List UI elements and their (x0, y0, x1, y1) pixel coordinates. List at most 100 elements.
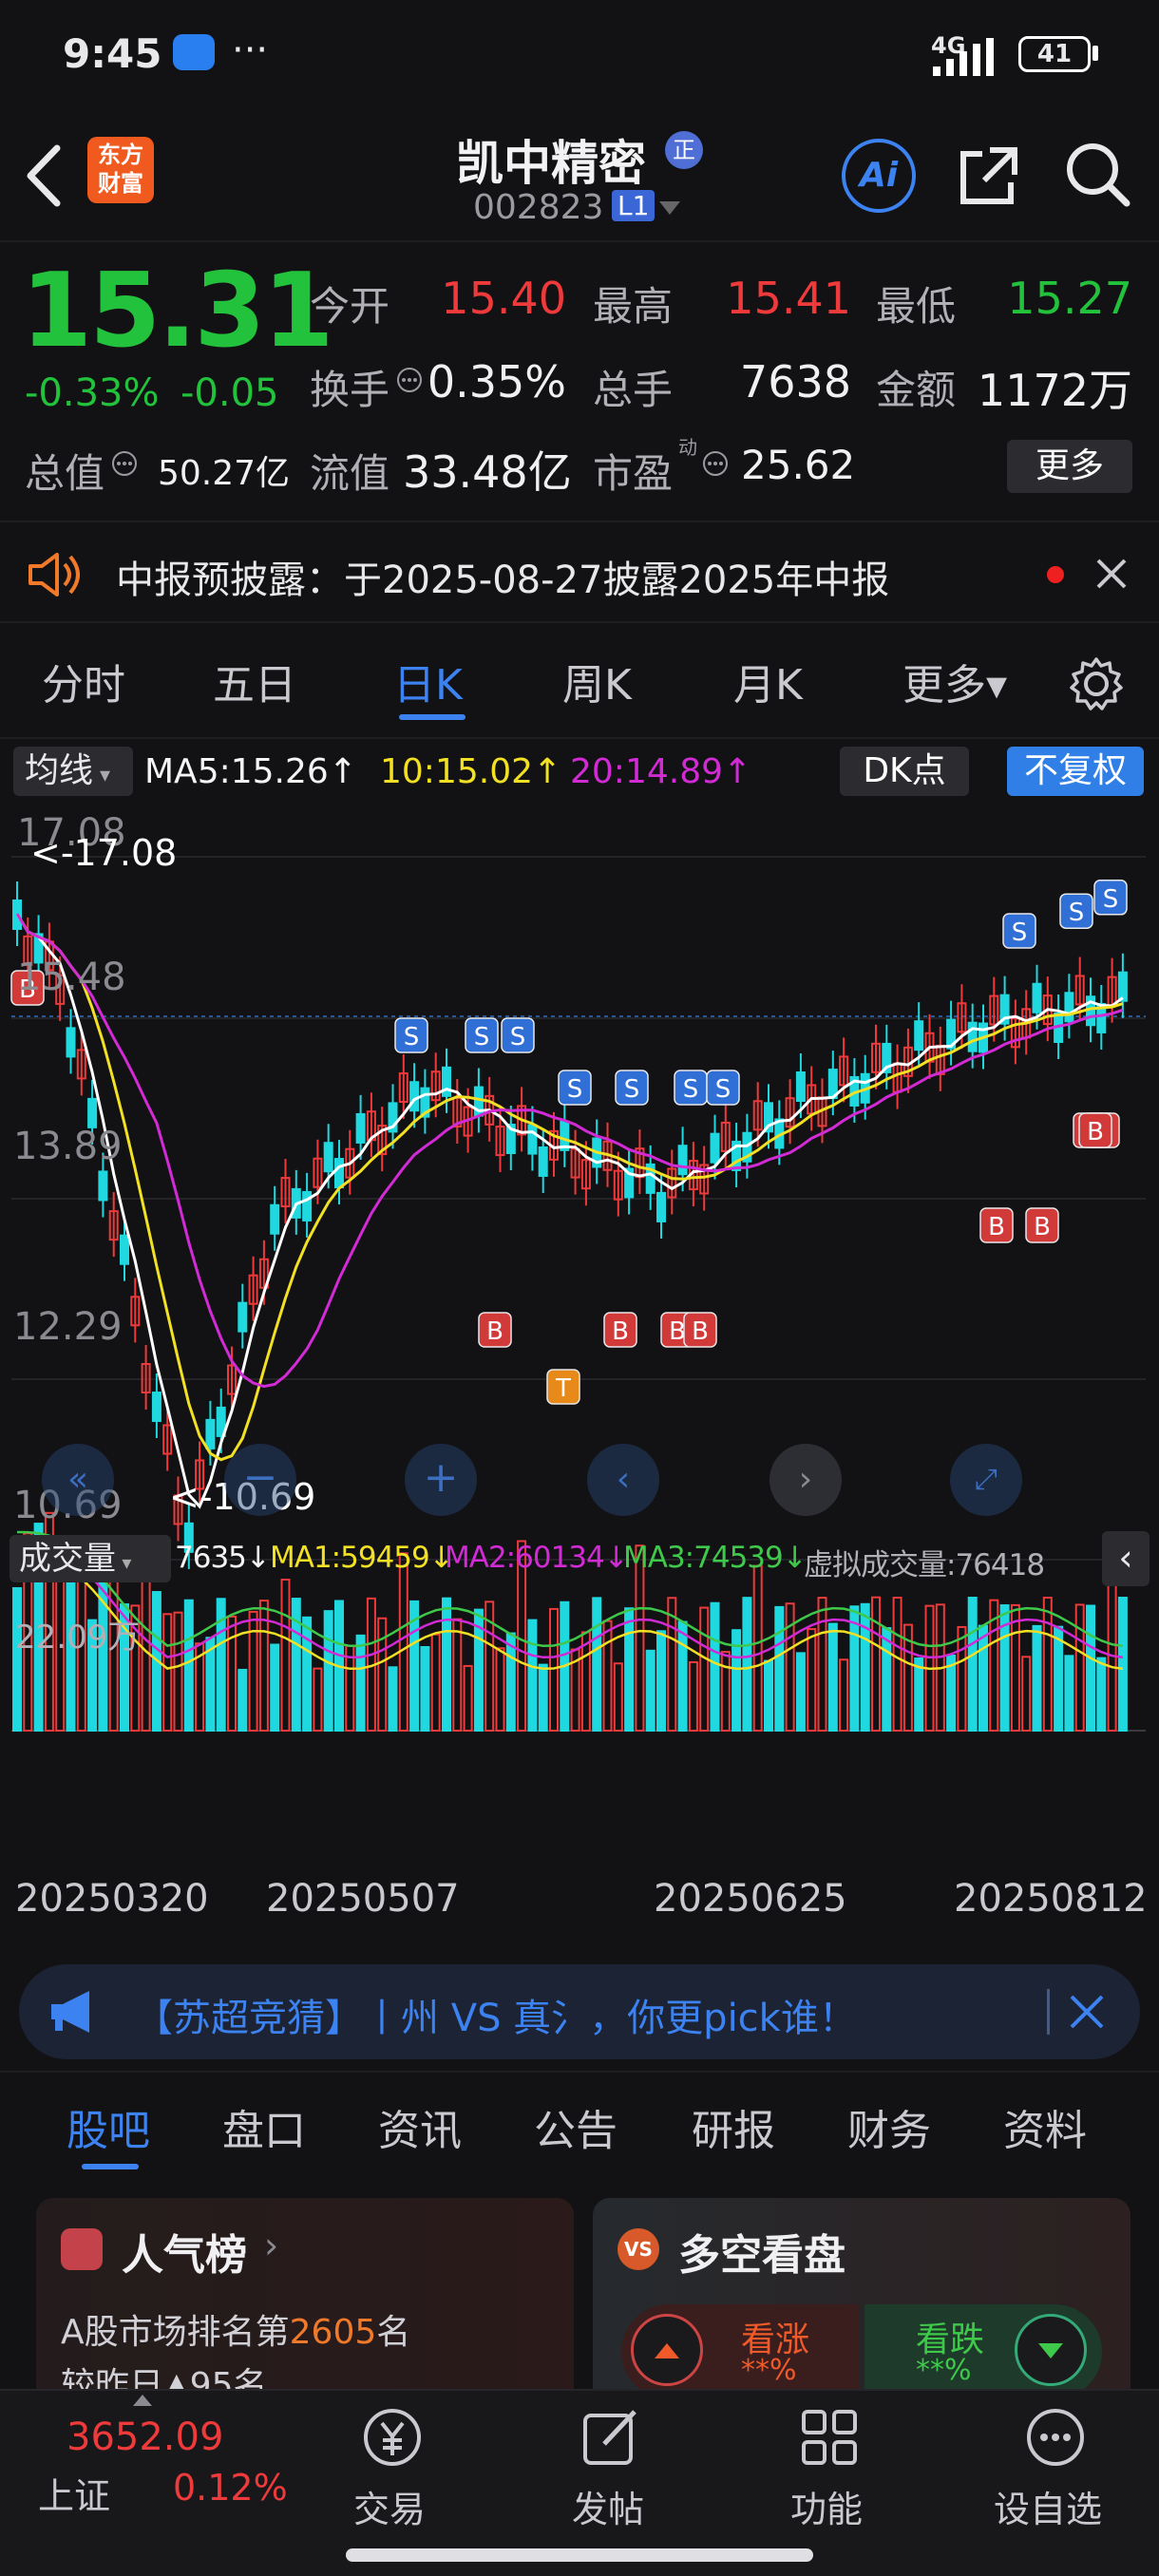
vol-ma3: MA3:74539↓ (623, 1541, 808, 1575)
dk-button[interactable]: DK点 (840, 747, 969, 796)
tab-wuri[interactable]: 五日 (213, 651, 296, 711)
volume-bar (1032, 1624, 1042, 1732)
nav-post[interactable]: 发帖 (553, 2400, 667, 2533)
close-icon[interactable] (1068, 1993, 1106, 2031)
tab-more[interactable]: 更多▾ (902, 651, 1007, 711)
financing-badge: 正 (665, 131, 703, 169)
cards-section: 人气榜 › A股市场排名第2605名 较昨日▲95名 VS 多空看盘 看涨 **… (0, 2185, 1159, 2426)
back-icon[interactable] (21, 142, 68, 209)
rank-suffix: 名 (376, 2313, 411, 2352)
volume-bar (452, 1618, 463, 1732)
promo-banner[interactable]: 【苏超竞猜】丨州 VS 真氵，你更pick谁！ (19, 1964, 1140, 2059)
turnover-value: 0.35% (427, 356, 566, 407)
candle-body (323, 1142, 333, 1173)
tab-guba[interactable]: 股吧 (66, 2096, 150, 2157)
volume-bar (227, 1615, 237, 1732)
ma20-value: 20:14.89↑ (570, 752, 752, 791)
volume-bar (807, 1628, 817, 1732)
volume-bar (1042, 1597, 1053, 1732)
scroll-left-button[interactable]: ‹ (587, 1444, 659, 1516)
info-icon[interactable] (701, 449, 730, 478)
volume-bar (323, 1610, 333, 1732)
ma-selector[interactable]: 均线 ▾ (13, 747, 133, 796)
more-button[interactable]: 更多 (1007, 440, 1132, 493)
scroll-left-fast-button[interactable]: « (42, 1444, 114, 1516)
level-badge[interactable]: L1 (612, 190, 656, 221)
vol-axis-max: 22.09万 (15, 1619, 141, 1657)
date-label-1: 20250320 (15, 1877, 209, 1921)
info-icon[interactable] (110, 449, 139, 478)
scroll-right-button[interactable]: › (770, 1444, 842, 1516)
index-name: 上证 (38, 2475, 111, 2517)
signal-label: S (715, 1075, 732, 1104)
tab-news[interactable]: 资讯 (378, 2096, 462, 2157)
volume-bar (827, 1622, 838, 1732)
volume-bar (1107, 1566, 1117, 1732)
vol-ma1: MA1:59459↓ (270, 1541, 454, 1575)
battery-level: 41 (1036, 40, 1073, 68)
volume-bar (238, 1668, 248, 1732)
tab-month-k[interactable]: 月K (733, 651, 803, 711)
nav-watchlist[interactable]: 设自选 (988, 2400, 1121, 2533)
candle-body (87, 1097, 98, 1128)
volume-bar (1021, 1656, 1032, 1733)
volume-selector[interactable]: 成交量 ▾ (10, 1535, 171, 1582)
tab-finance[interactable]: 财务 (847, 2096, 931, 2157)
tab-research[interactable]: 研报 (692, 2096, 775, 2157)
zoom-in-button[interactable]: + (405, 1444, 477, 1516)
kline-chart[interactable]: 均线 ▾ MA5:15.26↑ 10:15.02↑ 20:14.89↑ DK点 … (0, 741, 1159, 1952)
pe-value: 25.62 (741, 442, 856, 488)
gear-icon[interactable] (1068, 655, 1125, 712)
vol-virtual: 虚拟成交量:76418 (804, 1548, 1045, 1582)
volume-bar (1054, 1625, 1064, 1733)
nav-trade[interactable]: 交易 (334, 2400, 448, 2533)
volume-bar (957, 1625, 967, 1732)
tab-week-k[interactable]: 周K (562, 651, 632, 711)
candle-body (795, 1071, 806, 1103)
signal-label: S (1069, 899, 1085, 927)
change-amount: -0.05 (180, 371, 279, 415)
volume-bar (377, 1617, 388, 1732)
signal-label: S (683, 1075, 699, 1104)
notice-bar[interactable]: 中报预披露：于2025-08-27披露2025年中报 (0, 521, 1159, 623)
volume-bar (752, 1564, 763, 1732)
date-label-3: 20250625 (654, 1877, 847, 1921)
mcap-value: 50.27亿 (158, 454, 291, 493)
volume-bar (270, 1643, 280, 1732)
active-tab-indicator (399, 714, 466, 720)
share-icon[interactable] (956, 142, 1022, 209)
tab-announcement[interactable]: 公告 (534, 2096, 618, 2157)
volume-bar (430, 1633, 441, 1733)
zoom-out-button[interactable]: − (224, 1444, 296, 1516)
search-icon[interactable] (1064, 141, 1132, 209)
volume-bar (645, 1649, 656, 1732)
ai-button[interactable]: Ai (842, 139, 916, 213)
close-icon[interactable] (1094, 557, 1129, 591)
nav-functions[interactable]: 功能 (771, 2400, 885, 2533)
fullscreen-button[interactable]: ⤢ (950, 1444, 1022, 1516)
index-widget[interactable]: 3652.09 上证 0.12% (0, 2391, 304, 2533)
candle-body (710, 1132, 720, 1164)
volume-bar (538, 1663, 548, 1732)
chevron-right-icon[interactable]: › (264, 2225, 278, 2266)
signal-label: S (567, 1075, 583, 1104)
banner-divider (1047, 1989, 1050, 2035)
tab-fenshi[interactable]: 分时 (42, 651, 125, 711)
candle-body (120, 1234, 129, 1265)
tab-profile[interactable]: 资料 (1003, 2096, 1087, 2157)
volume-bar (398, 1552, 408, 1732)
candle-body (302, 1190, 313, 1222)
candle-body (914, 1020, 924, 1051)
chevron-up-icon (133, 2395, 152, 2406)
collapse-button[interactable]: ‹ (1102, 1531, 1150, 1586)
high-mark: <-17.08 (30, 832, 178, 874)
tab-day-k[interactable]: 日K (393, 651, 463, 711)
signal-label: S (510, 1023, 526, 1051)
volume-bar (624, 1607, 635, 1732)
volume-bar (1117, 1597, 1128, 1732)
chevron-down-icon[interactable] (659, 201, 680, 217)
volume-bar (313, 1667, 323, 1732)
volume-bar (710, 1601, 720, 1732)
tab-pankou[interactable]: 盘口 (222, 2096, 306, 2157)
adjust-button[interactable]: 不复权 (1007, 747, 1144, 796)
